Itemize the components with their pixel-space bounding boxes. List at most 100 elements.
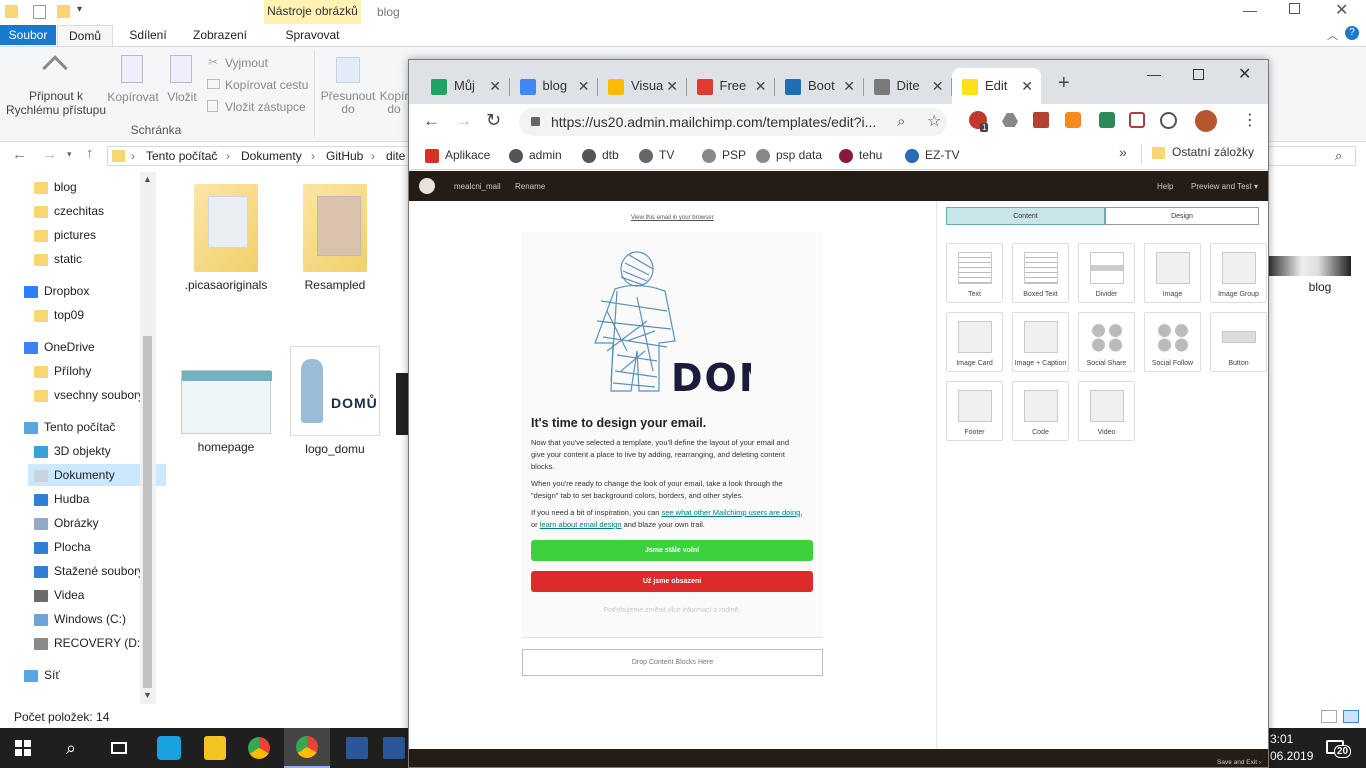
sidebar-item-dropbox[interactable]: Dropbox bbox=[24, 280, 89, 302]
block-video[interactable]: Video bbox=[1078, 381, 1135, 441]
block-divider[interactable]: Divider bbox=[1078, 243, 1135, 303]
chrome-maximize-icon[interactable] bbox=[1193, 69, 1204, 80]
bookmark-ez-tv[interactable]: EZ-TV bbox=[905, 140, 960, 170]
tab-zobrazeni[interactable]: Zobrazení bbox=[186, 25, 254, 45]
taskbar-chrome-2[interactable] bbox=[284, 728, 330, 768]
sidebar-item-recovery-d-[interactable]: RECOVERY (D:) bbox=[34, 632, 144, 654]
rename-link[interactable]: Rename bbox=[515, 182, 545, 191]
sidebar-item-top09[interactable]: top09 bbox=[34, 304, 84, 326]
block-code[interactable]: Code bbox=[1012, 381, 1069, 441]
block-text[interactable]: Text bbox=[946, 243, 1003, 303]
minimize-icon[interactable]: — bbox=[1243, 2, 1257, 18]
sidebar-scrollbar[interactable]: ▲ ▼ bbox=[140, 172, 156, 704]
circle-extension-icon[interactable] bbox=[1160, 112, 1177, 129]
restore-icon[interactable] bbox=[1289, 3, 1300, 14]
sidebar-item-tento-po-ta-[interactable]: Tento počítač bbox=[24, 416, 115, 438]
block-boxed-text[interactable]: Boxed Text bbox=[1012, 243, 1069, 303]
help-icon[interactable]: ? bbox=[1345, 26, 1359, 40]
move-to-button[interactable]: Přesunout do bbox=[318, 90, 378, 116]
block-image-caption[interactable]: Image + Caption bbox=[1012, 312, 1069, 372]
search-button[interactable]: ⌕ bbox=[48, 728, 94, 768]
close-icon[interactable]: ✕ bbox=[1335, 0, 1348, 20]
new-tab-icon[interactable]: + bbox=[1058, 72, 1070, 95]
new-folder-icon[interactable] bbox=[57, 5, 70, 18]
taskbar-app-player[interactable] bbox=[192, 728, 238, 768]
taskbar-word-2[interactable] bbox=[380, 728, 408, 768]
sidebar-item-plocha[interactable]: Plocha bbox=[34, 536, 91, 558]
chrome-tab-dite[interactable]: Dite ✕ bbox=[864, 68, 952, 104]
paste-shortcut-button[interactable]: Vložit zástupce bbox=[225, 100, 306, 114]
file-item-resampled[interactable]: Resampled bbox=[287, 180, 383, 292]
clock-date[interactable]: 06.2019 bbox=[1270, 749, 1313, 763]
taskbar-chrome-1[interactable] bbox=[236, 728, 282, 768]
pocket-extension-icon[interactable] bbox=[1129, 112, 1145, 128]
profile-avatar[interactable] bbox=[1195, 110, 1217, 132]
email-design-link[interactable]: learn about email design bbox=[540, 520, 622, 529]
copy-button[interactable]: Kopírovat bbox=[106, 90, 160, 104]
sidebar-item-hudba[interactable]: Hudba bbox=[34, 488, 89, 510]
chrome-tab-můj[interactable]: Můj ✕ bbox=[421, 68, 509, 104]
other-bookmarks-folder[interactable]: Ostatní záložky bbox=[1172, 145, 1254, 159]
copy-to-button[interactable]: Kopír do bbox=[379, 90, 409, 116]
paste-button[interactable]: Vložit bbox=[161, 90, 203, 104]
breadcrumb-item[interactable]: Dokumenty bbox=[241, 147, 302, 165]
recent-locations-icon[interactable]: ▾ bbox=[67, 149, 72, 160]
sidebar-item-windows-c-[interactable]: Windows (C:) bbox=[34, 608, 126, 630]
sidebar-item-pictures[interactable]: pictures bbox=[34, 224, 96, 246]
tab-soubor[interactable]: Soubor bbox=[0, 25, 56, 45]
drop-zone[interactable]: Drop Content Blocks Here bbox=[522, 649, 823, 676]
tab-close-icon[interactable]: ✕ bbox=[932, 68, 944, 104]
mailchimp-logo-icon[interactable] bbox=[419, 178, 435, 194]
start-button[interactable] bbox=[0, 728, 46, 768]
tab-close-icon[interactable]: ✕ bbox=[578, 68, 590, 104]
reload-icon[interactable]: ↻ bbox=[486, 110, 501, 131]
chrome-tab-free[interactable]: Free ✕ bbox=[687, 68, 775, 104]
up-icon[interactable]: ↑ bbox=[86, 145, 94, 162]
campaign-name-link[interactable]: mealcni_mail bbox=[454, 182, 501, 191]
qat-dropdown-icon[interactable]: ▾ bbox=[77, 4, 82, 15]
block-button[interactable]: Button bbox=[1210, 312, 1267, 372]
bookmark-admin[interactable]: admin bbox=[509, 140, 562, 170]
tab-design[interactable]: Design bbox=[1105, 207, 1259, 225]
explorer-search-box[interactable]: ⌕ bbox=[1268, 146, 1356, 166]
block-image[interactable]: Image bbox=[1144, 243, 1201, 303]
tab-close-icon[interactable]: ✕ bbox=[843, 68, 855, 104]
chrome-tab-visua[interactable]: Visua ✕ bbox=[598, 68, 686, 104]
taskbar-word[interactable] bbox=[334, 728, 380, 768]
pdf-extension-icon[interactable] bbox=[1033, 112, 1049, 128]
forward-icon[interactable]: → bbox=[42, 146, 57, 163]
properties-icon[interactable] bbox=[33, 5, 46, 19]
scroll-thumb[interactable] bbox=[143, 336, 152, 688]
preview-and-test-menu[interactable]: Preview and Test ▾ bbox=[1191, 182, 1258, 191]
chrome-tab-blog[interactable]: blog ✕ bbox=[510, 68, 598, 104]
sidebar-item-obr-zky[interactable]: Obrázky bbox=[34, 512, 99, 534]
scroll-up-icon[interactable]: ▲ bbox=[143, 174, 152, 184]
tab-close-icon[interactable]: ✕ bbox=[755, 68, 767, 104]
taskbar-app-1[interactable] bbox=[146, 728, 192, 768]
large-icons-view-icon[interactable] bbox=[1343, 710, 1359, 723]
clock-time[interactable]: 3:01 bbox=[1270, 732, 1293, 746]
mailchimp-users-link[interactable]: see what other Mailchimp users are doing bbox=[662, 508, 801, 517]
sidebar-item-static[interactable]: static bbox=[34, 248, 82, 270]
tab-close-icon[interactable]: ✕ bbox=[666, 68, 678, 104]
breadcrumb-item[interactable]: Tento počítač bbox=[146, 147, 217, 165]
block-social-share[interactable]: Social Share bbox=[1078, 312, 1135, 372]
details-view-icon[interactable] bbox=[1321, 710, 1337, 723]
breadcrumb[interactable]: › Tento počítač › Dokumenty › GitHub › d… bbox=[107, 146, 409, 166]
drive-extension-icon[interactable] bbox=[1002, 113, 1018, 127]
bookmark-tv[interactable]: TV bbox=[639, 140, 674, 170]
tab-spravovat[interactable]: Spravovat bbox=[264, 25, 361, 45]
chrome-tab-edit[interactable]: Edit ✕ bbox=[952, 68, 1041, 104]
eyedropper-extension-icon[interactable] bbox=[1099, 112, 1115, 128]
sidebar-item-p-lohy[interactable]: Přílohy bbox=[34, 360, 91, 382]
forward-icon[interactable]: → bbox=[455, 111, 472, 131]
file-item-logo-domu[interactable]: DOMŮ logo_domu bbox=[287, 346, 383, 456]
sidebar-item-blog[interactable]: blog bbox=[34, 176, 77, 198]
back-icon[interactable]: ← bbox=[423, 111, 440, 131]
ribbon-collapse-icon[interactable]: ︿ bbox=[1327, 27, 1338, 43]
tab-close-icon[interactable]: ✕ bbox=[489, 68, 501, 104]
save-and-exit-link[interactable]: Save and Exit › bbox=[1217, 759, 1261, 766]
pin-quick-access-button[interactable]: Připnout k Rychlému přístupu bbox=[4, 89, 108, 117]
omnibox[interactable]: https://us20.admin.mailchimp.com/templat… bbox=[519, 108, 947, 136]
sidebar-item-videa[interactable]: Videa bbox=[34, 584, 84, 606]
